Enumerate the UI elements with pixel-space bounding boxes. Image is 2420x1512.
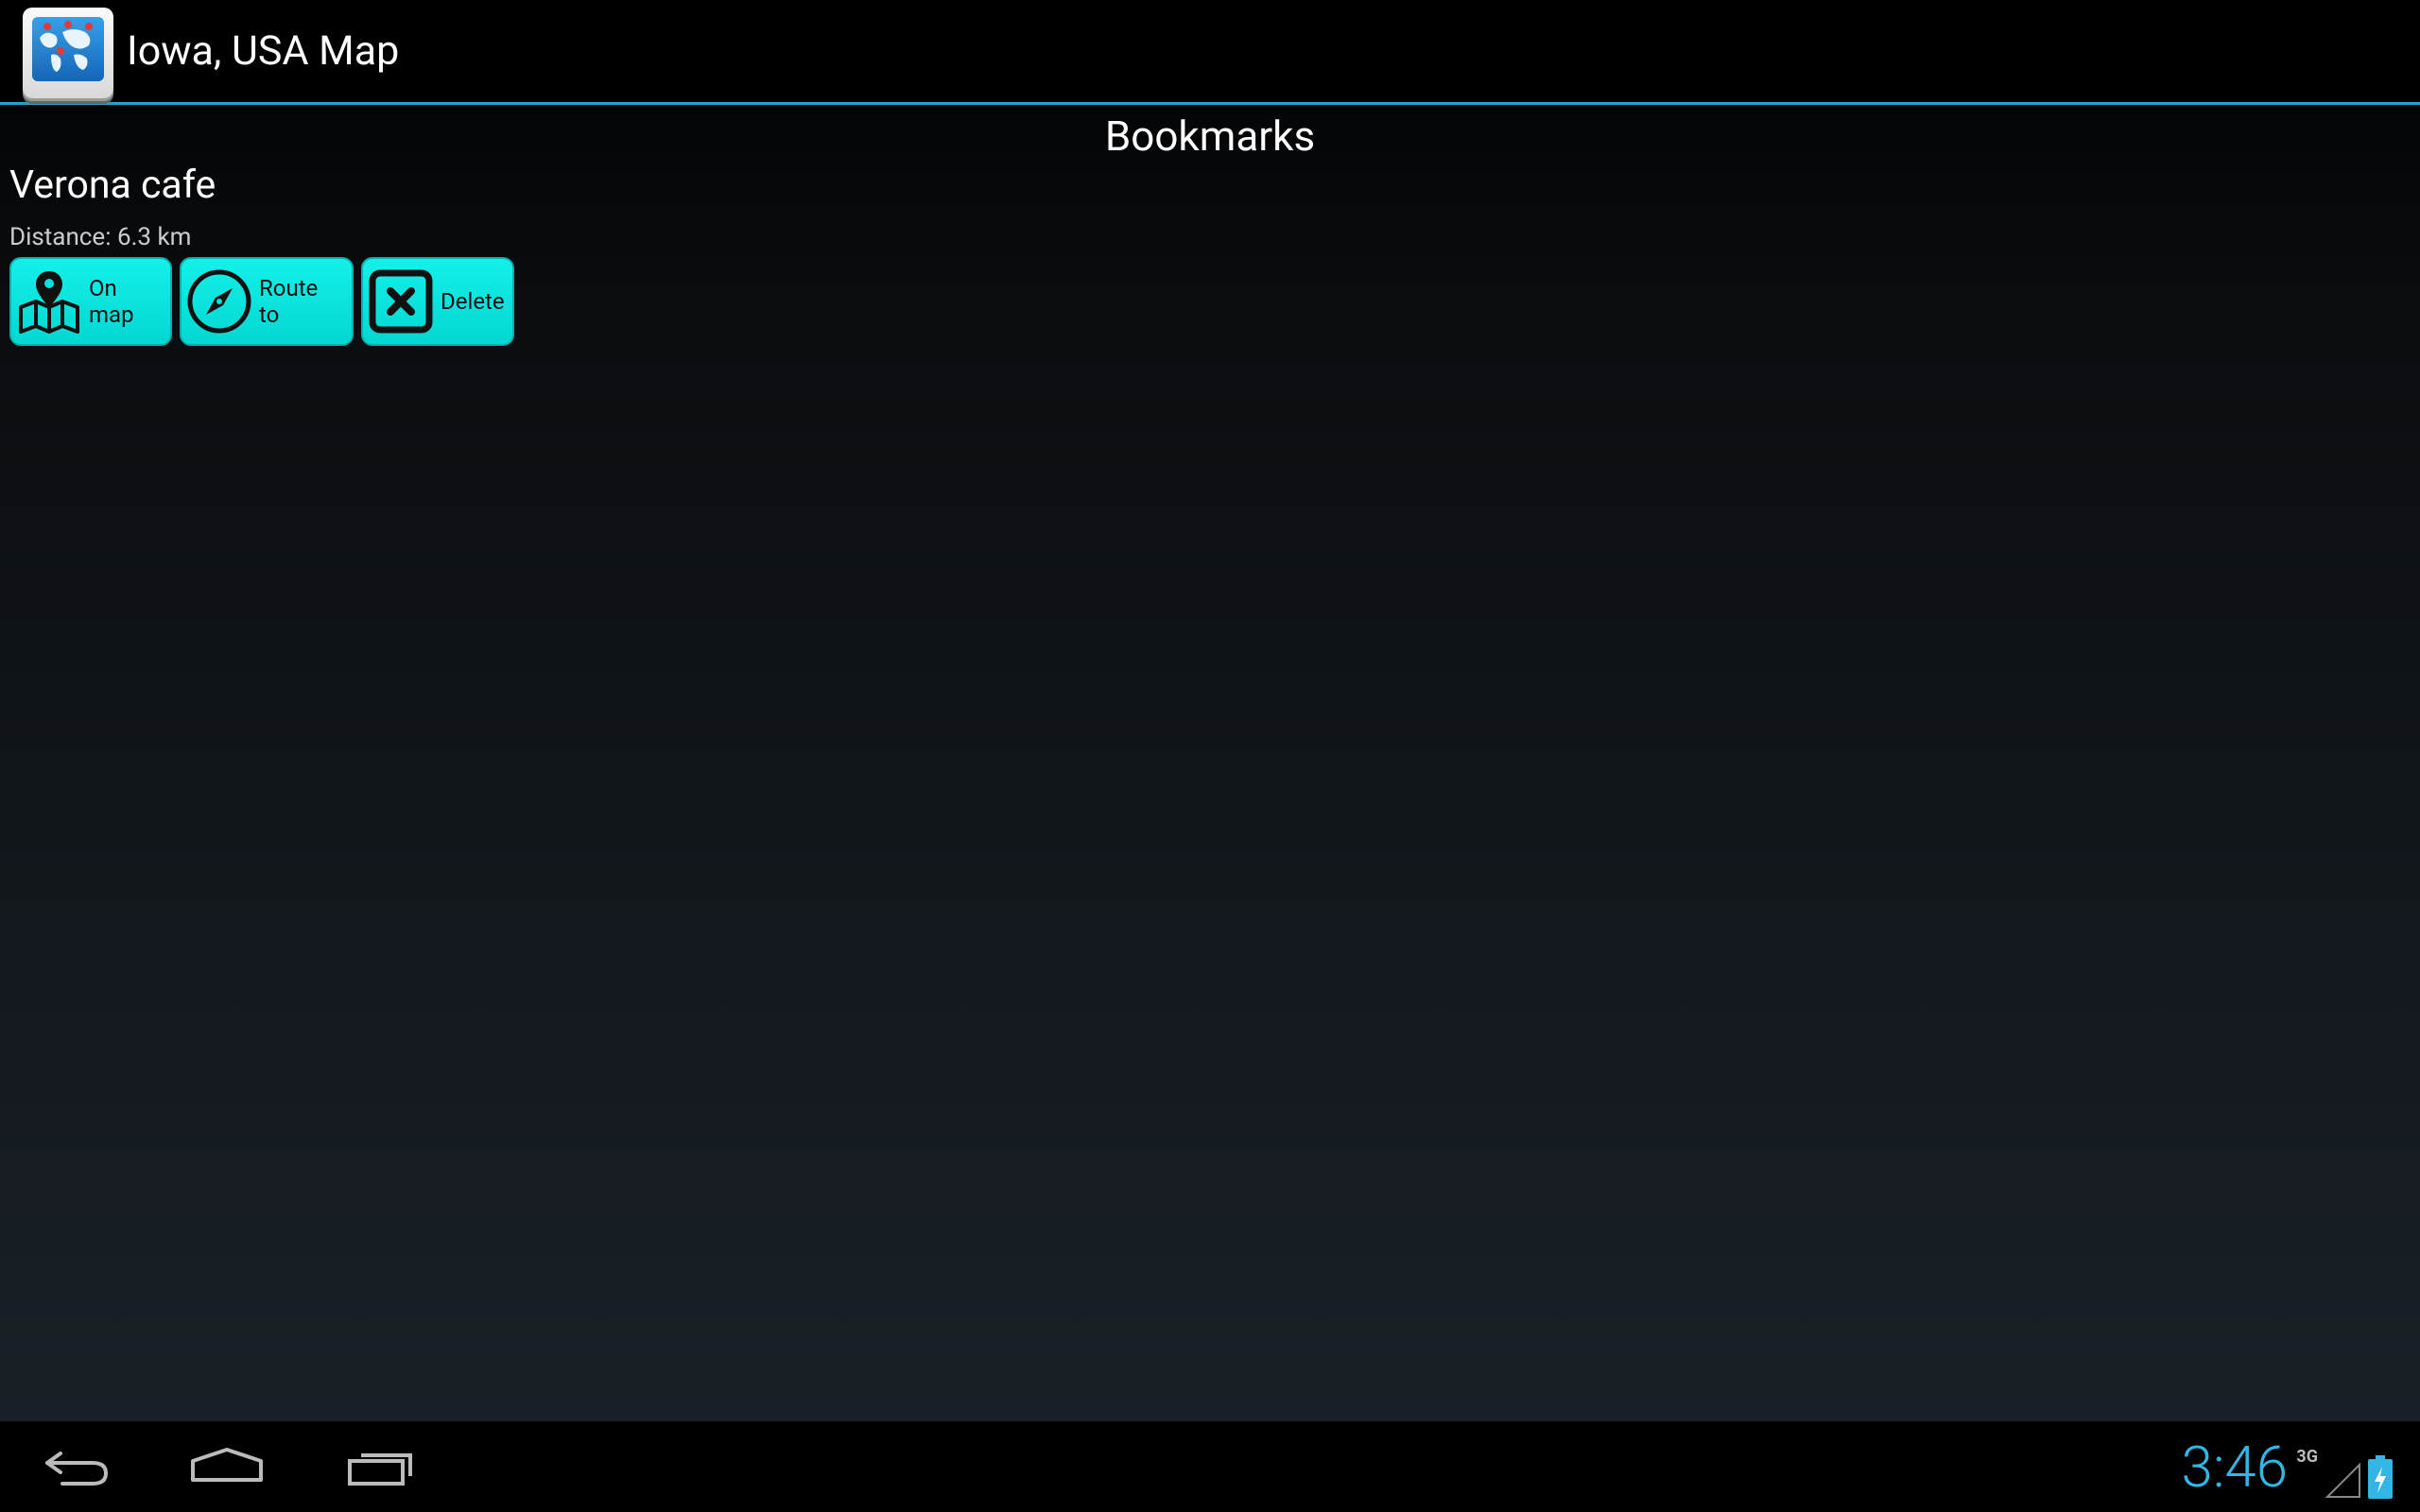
map-pin-icon [19, 271, 79, 334]
signal-icon [2325, 1462, 2360, 1498]
bookmark-distance: Distance: 6.3 km [9, 223, 192, 251]
delete-label: Delete [441, 288, 505, 315]
screen: Iowa, USA Map Bookmarks Verona cafe Dist… [0, 0, 2420, 1512]
status-icons: 3G [2296, 1442, 2394, 1499]
navigation-bar: 3:46 3G [0, 1421, 2420, 1512]
bookmark-name: Verona cafe [9, 163, 216, 208]
action-bar: Iowa, USA Map [0, 0, 2420, 105]
bookmark-actions: On map Route to Delete [9, 257, 514, 346]
route-to-label: Route to [259, 275, 319, 328]
compass-icon [187, 269, 251, 334]
network-type: 3G [2296, 1447, 2318, 1467]
recent-apps-icon[interactable] [333, 1438, 427, 1495]
delete-button[interactable]: Delete [361, 257, 514, 346]
route-to-button[interactable]: Route to [180, 257, 354, 346]
clock: 3:46 [2181, 1434, 2288, 1501]
battery-charging-icon [2368, 1455, 2393, 1499]
home-icon[interactable] [180, 1438, 274, 1495]
app-title: Iowa, USA Map [127, 27, 400, 75]
on-map-label: On map [89, 275, 134, 328]
back-icon[interactable] [28, 1438, 123, 1495]
close-box-icon [369, 269, 433, 334]
on-map-button[interactable]: On map [9, 257, 172, 346]
page-title: Bookmarks [1104, 112, 1316, 161]
world-map-icon[interactable] [23, 8, 113, 98]
